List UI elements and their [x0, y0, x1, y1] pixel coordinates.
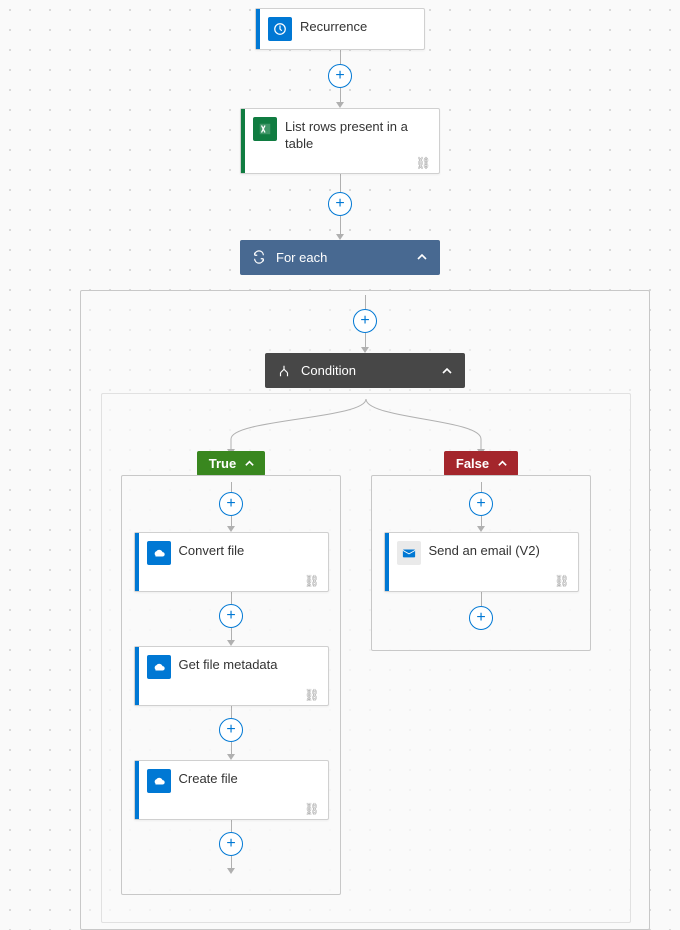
false-branch-container: + Send an email (V2) ⛓ +: [371, 475, 591, 651]
connector: +: [219, 706, 243, 760]
action-get-file-metadata[interactable]: Get file metadata ⛓: [134, 646, 329, 706]
add-step-button[interactable]: +: [353, 309, 377, 333]
add-step-button[interactable]: +: [219, 604, 243, 628]
connector: +: [353, 295, 377, 353]
link-icon: ⛓: [304, 802, 319, 816]
condition-icon: [277, 364, 291, 378]
accent-bar: [241, 109, 245, 173]
action-for-each[interactable]: For each: [240, 240, 440, 275]
connector: +: [469, 592, 493, 630]
accent-bar: [135, 533, 139, 591]
action-create-file[interactable]: Create file ⛓: [134, 760, 329, 820]
add-step-button[interactable]: +: [219, 832, 243, 856]
accent-bar: [256, 9, 260, 49]
false-branch: False + Send an email (V2) ⛓: [371, 451, 591, 651]
recurrence-icon: [268, 17, 292, 41]
badge-label: False: [456, 456, 489, 471]
add-step-button[interactable]: +: [219, 718, 243, 742]
accent-bar: [135, 647, 139, 705]
chevron-up-icon[interactable]: [416, 251, 428, 263]
chevron-up-icon[interactable]: [244, 458, 255, 469]
connector: +: [219, 592, 243, 646]
action-recurrence[interactable]: Recurrence: [255, 8, 425, 50]
action-list-rows[interactable]: List rows present in a table ⛓: [240, 108, 440, 174]
accent-bar: [135, 761, 139, 819]
add-step-button[interactable]: +: [328, 192, 352, 216]
excel-icon: [253, 117, 277, 141]
true-branch-container: + Convert file ⛓ +: [121, 475, 341, 895]
chevron-up-icon[interactable]: [441, 365, 453, 377]
add-step-button[interactable]: +: [219, 492, 243, 516]
connector: +: [219, 482, 243, 532]
badge-label: True: [209, 456, 236, 471]
chevron-up-icon[interactable]: [497, 458, 508, 469]
action-label: For each: [276, 250, 327, 265]
connector: +: [328, 50, 352, 108]
add-step-button[interactable]: +: [469, 606, 493, 630]
add-step-button[interactable]: +: [469, 492, 493, 516]
true-badge[interactable]: True: [197, 451, 265, 476]
action-convert-file[interactable]: Convert file ⛓: [134, 532, 329, 592]
connector: +: [328, 174, 352, 240]
connector: +: [469, 482, 493, 532]
action-label: Condition: [301, 363, 356, 378]
condition-fork: [81, 399, 651, 455]
onedrive-icon: [147, 655, 171, 679]
onedrive-icon: [147, 541, 171, 565]
connector: +: [219, 820, 243, 874]
outlook-icon: [397, 541, 421, 565]
accent-bar: [385, 533, 389, 591]
loop-icon: [252, 250, 266, 264]
link-icon: ⛓: [304, 688, 319, 702]
action-send-email[interactable]: Send an email (V2) ⛓: [384, 532, 579, 592]
true-branch: True + Convert file ⛓: [121, 451, 341, 895]
onedrive-icon: [147, 769, 171, 793]
action-condition[interactable]: Condition: [265, 353, 465, 388]
link-icon: ⛓: [304, 574, 319, 588]
false-badge[interactable]: False: [444, 451, 518, 476]
link-icon: ⛓: [554, 574, 569, 588]
for-each-container: + Condition True: [80, 290, 650, 930]
action-label: Recurrence: [300, 9, 424, 49]
link-icon: ⛓: [416, 156, 431, 170]
add-step-button[interactable]: +: [328, 64, 352, 88]
